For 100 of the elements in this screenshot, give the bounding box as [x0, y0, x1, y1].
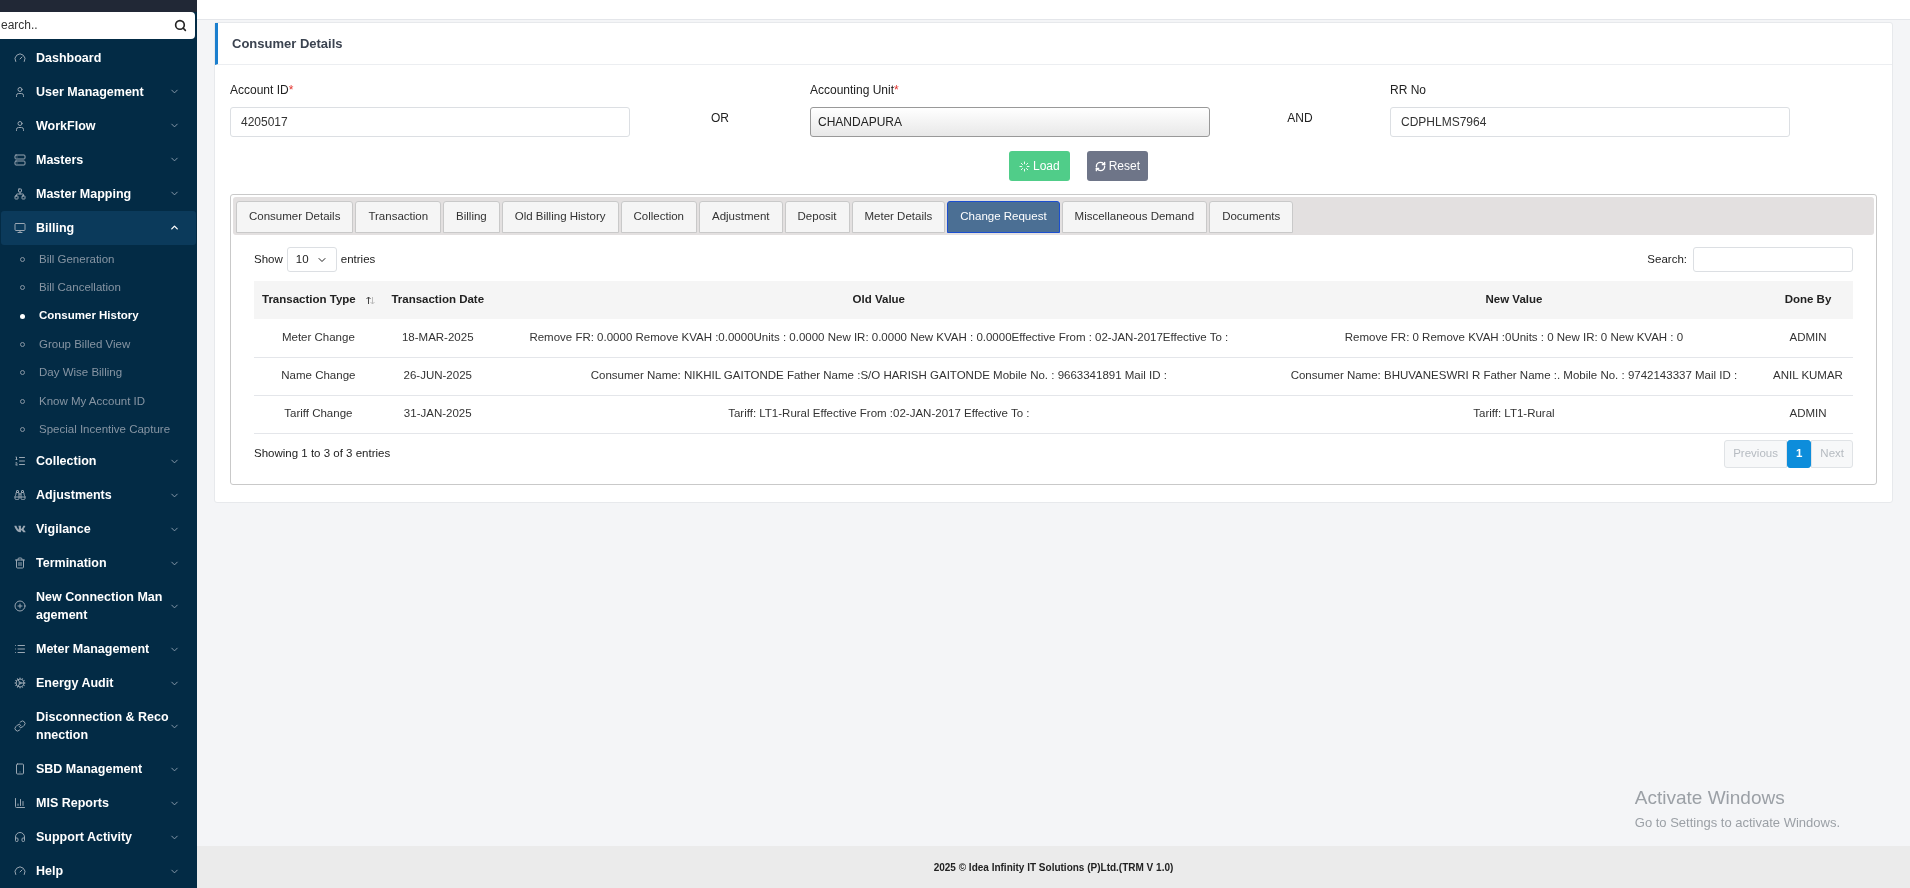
- nav-item[interactable]: Billing: [1, 210, 196, 245]
- nav-label: Support Activity: [36, 829, 134, 846]
- tab[interactable]: Miscellaneous Demand: [1061, 201, 1208, 233]
- tab[interactable]: Transaction: [355, 201, 442, 233]
- table-cell: Remove FR: 0.0000 Remove KVAH :0.0000Units : 0.0000 New IR: 0.0000 New KVAH : 0.0000Effective From : 02-JAN-2017Effective To :: [492, 319, 1265, 357]
- nav-item[interactable]: Master Mapping: [1, 176, 196, 211]
- table-cell: ADMIN: [1763, 319, 1853, 357]
- link-icon: [14, 720, 26, 732]
- user-icon: [14, 85, 26, 98]
- table-cell: Name Change: [254, 357, 383, 395]
- binoculars-icon: [14, 489, 26, 501]
- submenu-item[interactable]: Special Incentive Capture: [0, 415, 197, 444]
- submenu-label: Consumer History: [39, 308, 139, 324]
- table-search-field[interactable]: [1693, 247, 1853, 272]
- nav-label: Disconnection & Reconnection: [36, 709, 169, 744]
- tab[interactable]: Consumer Details: [236, 201, 354, 233]
- nav-item[interactable]: Energy Audit: [1, 666, 196, 700]
- list-icon: [14, 455, 26, 467]
- column-header[interactable]: Transaction Type: [254, 281, 383, 319]
- field-label: Accounting Unit*: [810, 82, 900, 99]
- submenu-item[interactable]: Bill Generation: [0, 244, 197, 274]
- nav-label: Termination: [36, 555, 108, 572]
- submenu-item[interactable]: Day Wise Billing: [0, 358, 197, 388]
- reset-button[interactable]: Reset: [1086, 151, 1149, 181]
- nav-label: MIS Reports: [36, 795, 110, 812]
- nav-item[interactable]: WorkFlow: [1, 108, 196, 143]
- bullet-icon: [20, 313, 25, 319]
- monitor-icon: [14, 221, 26, 234]
- nav-item[interactable]: Dashboard: [1, 40, 196, 75]
- gauge-icon: [14, 51, 26, 64]
- tab[interactable]: Deposit: [784, 201, 850, 233]
- nav-item[interactable]: User Management: [1, 74, 196, 109]
- watermark-subtitle: Go to Settings to activate Windows.: [1634, 813, 1840, 832]
- table-cell: ADMIN: [1763, 395, 1853, 433]
- bar-chart-icon: [14, 797, 26, 809]
- tab[interactable]: Old Billing History: [501, 201, 619, 233]
- nav-item[interactable]: Vigilance: [1, 512, 196, 546]
- submenu-item[interactable]: Bill Cancellation: [0, 273, 197, 302]
- tab[interactable]: Adjustment: [699, 201, 783, 233]
- text-field[interactable]: 4205017: [230, 107, 630, 137]
- nav-item[interactable]: Disconnection & Reconnection: [1, 700, 196, 752]
- connector-label: OR: [711, 110, 729, 127]
- nav-item[interactable]: Masters: [1, 142, 196, 177]
- nav-item[interactable]: MIS Reports: [1, 786, 196, 820]
- table-cell: 18-MAR-2025: [382, 319, 493, 357]
- nav-item[interactable]: Meter Management: [1, 632, 196, 666]
- nav-item[interactable]: Help: [1, 854, 196, 888]
- nav-label: Adjustments: [36, 487, 113, 504]
- column-header: Done By: [1763, 281, 1853, 319]
- nav-item[interactable]: Collection: [1, 444, 196, 478]
- submenu-item[interactable]: Know My Account ID: [0, 387, 197, 416]
- watermark-title: Activate Windows: [1634, 786, 1786, 810]
- nav-item[interactable]: Support Activity: [1, 820, 196, 854]
- select-field[interactable]: CHANDAPURA: [810, 107, 1210, 137]
- sitemap-icon: [14, 187, 26, 200]
- column-header: Transaction Date: [382, 281, 493, 319]
- submenu-item[interactable]: Group Billed View: [0, 330, 197, 359]
- page-size-select[interactable]: 10: [286, 247, 337, 272]
- sort-arrows-icon: [365, 295, 375, 305]
- phone-icon: [14, 763, 26, 775]
- page-button[interactable]: 1: [1786, 439, 1812, 468]
- nav-item[interactable]: SBD Management: [1, 752, 196, 786]
- submenu-label: Special Incentive Capture: [39, 422, 171, 438]
- tab[interactable]: Documents: [1209, 201, 1294, 233]
- trash-icon: [14, 557, 26, 569]
- tab[interactable]: Billing: [443, 201, 500, 233]
- show-label: Show: [254, 251, 283, 267]
- nav-label: Meter Management: [36, 641, 151, 658]
- user-icon: [14, 119, 26, 132]
- table-cell: Remove FR: 0 Remove KVAH :0Units : 0 New IR: 0 New KVAH : 0: [1264, 319, 1763, 357]
- cogs-icon: [14, 677, 26, 689]
- connector-label: AND: [1287, 110, 1313, 127]
- search-field[interactable]: earch..: [0, 12, 195, 39]
- column-header: Old Value: [492, 281, 1265, 319]
- table-cell: Meter Change: [254, 319, 383, 357]
- headset-icon: [14, 831, 26, 843]
- table-cell: Tariff: LT1-Rural Effective From :02-JAN-2017 Effective To :: [492, 395, 1265, 433]
- nav-item[interactable]: New Connection Management: [1, 580, 196, 632]
- column-header: New Value: [1264, 281, 1763, 319]
- table-cell: 31-JAN-2025: [382, 395, 493, 433]
- tab[interactable]: Change Request: [947, 201, 1060, 233]
- table-cell: 26-JUN-2025: [382, 357, 493, 395]
- nav-label: Masters: [36, 151, 85, 169]
- tab[interactable]: Meter Details: [851, 201, 946, 233]
- field-label: RR No: [1390, 82, 1427, 99]
- nav-item[interactable]: Termination: [1, 546, 196, 580]
- search-input[interactable]: earch..: [0, 16, 174, 35]
- nav-label: WorkFlow: [36, 117, 97, 135]
- nav-label: User Management: [36, 83, 145, 101]
- table-cell: Consumer Name: NIKHIL GAITONDE Father Name :S/O HARISH GAITONDE Mobile No. : 9663341891 Mail ID :: [492, 357, 1265, 395]
- submenu-item[interactable]: Consumer History: [0, 301, 197, 331]
- tab[interactable]: Collection: [620, 201, 697, 233]
- table-cell: Tariff: LT1-Rural: [1264, 395, 1763, 433]
- search-icon: [174, 18, 187, 32]
- nav-label: New Connection Management: [36, 589, 164, 624]
- nav-item[interactable]: Adjustments: [1, 478, 196, 512]
- text-field[interactable]: CDPHLMS7964: [1390, 107, 1790, 137]
- submenu-label: Know My Account ID: [39, 393, 146, 409]
- field-label: Account ID*: [230, 82, 295, 99]
- footer-text: 2025 © Idea Infinity IT Solutions (P)Ltd.(TRM V 1.0): [933, 860, 1174, 875]
